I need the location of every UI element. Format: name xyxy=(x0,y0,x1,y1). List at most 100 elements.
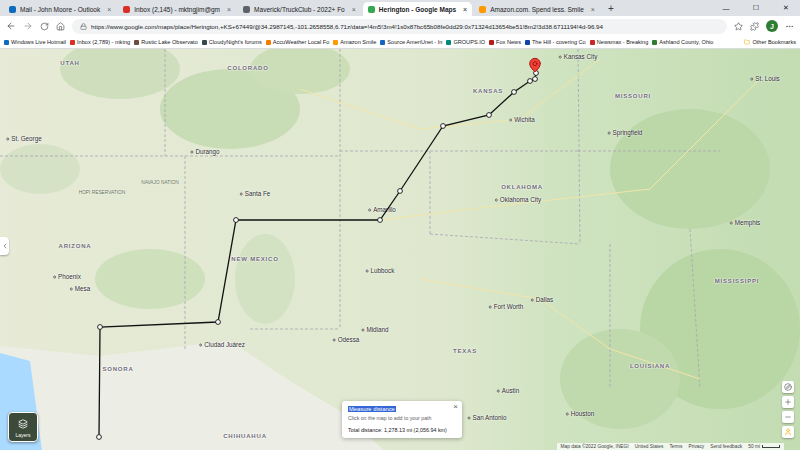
reload-button[interactable] xyxy=(40,22,49,31)
city-label[interactable]: Phoenix xyxy=(53,274,81,281)
footer-link[interactable]: Send feedback xyxy=(710,444,742,449)
city-label[interactable]: Houston xyxy=(566,411,594,418)
city-label[interactable]: San Antonio xyxy=(468,415,507,422)
bookmark-favicon-icon xyxy=(590,40,595,45)
browser-tab[interactable]: Inbox (2,145) - mktngjim@gm× xyxy=(118,2,236,16)
city-label[interactable]: Memphis xyxy=(730,220,761,227)
path-point[interactable] xyxy=(97,435,102,440)
path-point[interactable] xyxy=(98,325,103,330)
window-control-button[interactable]: — xyxy=(712,0,740,16)
path-point[interactable] xyxy=(512,90,517,95)
state-label[interactable]: KANSAS xyxy=(473,88,503,95)
browser-tab[interactable]: Maverick/TruckClub - 2022+ Fo× xyxy=(238,2,361,16)
city-label[interactable]: Ciudad Juárez xyxy=(199,342,245,349)
browser-tab[interactable]: Amazon.com. Spend less. Smile× xyxy=(474,2,600,16)
bookmark[interactable]: Amazon Smile xyxy=(333,39,376,45)
path-point[interactable] xyxy=(441,124,446,129)
tab-close-button[interactable]: × xyxy=(463,6,467,13)
city-label[interactable]: Oklahoma City xyxy=(495,197,541,204)
state-label[interactable]: UTAH xyxy=(60,60,79,67)
state-label[interactable]: NEW MEXICO xyxy=(231,256,278,263)
bookmark[interactable]: Fox News xyxy=(489,39,521,45)
path-point[interactable] xyxy=(398,189,403,194)
favorite-button[interactable] xyxy=(734,22,743,31)
path-point[interactable] xyxy=(378,218,383,223)
state-label[interactable]: LOUISIANA xyxy=(630,363,670,370)
place-pin-icon[interactable] xyxy=(527,57,543,73)
bookmark[interactable]: Ashland County, Ohio xyxy=(652,39,713,45)
bookmark[interactable]: Rustic Lake Observato xyxy=(134,39,198,45)
path-point[interactable] xyxy=(234,218,239,223)
zoom-in-button[interactable] xyxy=(782,396,794,408)
path-point[interactable] xyxy=(487,113,492,118)
bookmark[interactable]: Inbox (2,789) - mktng xyxy=(70,39,130,45)
state-label[interactable]: OKLAHOMA xyxy=(501,184,543,191)
region-label[interactable]: HOPI RESERVATION xyxy=(79,190,126,195)
profile-avatar[interactable]: J xyxy=(766,20,778,32)
side-panel-toggle[interactable] xyxy=(0,237,9,255)
state-label[interactable]: TEXAS xyxy=(453,348,477,355)
map-scale[interactable]: 50 mi xyxy=(748,444,780,449)
layers-button[interactable]: Layers xyxy=(8,412,38,442)
city-label[interactable]: Dallas xyxy=(531,297,554,304)
city-label[interactable]: St. Louis xyxy=(750,76,780,83)
state-label[interactable]: COLORADO xyxy=(227,65,268,72)
region-label[interactable]: NAVAJO NATION xyxy=(141,180,179,185)
footer-link[interactable]: Terms xyxy=(669,444,682,449)
map[interactable]: UTAH COLORADO Kansas City St. Louis KANSAS MI… xyxy=(0,49,800,450)
city-label[interactable]: Fort Worth xyxy=(489,304,524,311)
bookmark[interactable]: Windows Live Hotmail xyxy=(4,39,66,45)
measured-path[interactable] xyxy=(0,49,800,450)
extensions-button[interactable] xyxy=(750,22,759,31)
city-label[interactable]: Springfield xyxy=(608,130,643,137)
pegman-button[interactable] xyxy=(782,426,794,438)
bookmark[interactable]: The Hill - covering Co xyxy=(525,39,586,45)
bookmark[interactable]: AccuWeather Local Fo xyxy=(266,39,329,45)
state-label[interactable]: MISSOURI xyxy=(615,93,651,100)
state-label[interactable]: ARIZONA xyxy=(59,243,92,250)
bookmark[interactable]: Newsmax - Breaking xyxy=(590,39,649,45)
bookmark[interactable]: CloudyNight's forums xyxy=(202,39,262,45)
bookmark[interactable]: GROUPS.IO xyxy=(446,39,485,45)
city-label[interactable]: Santa Fe xyxy=(240,191,271,198)
city-dot-icon xyxy=(361,328,364,331)
city-label[interactable]: Wichita xyxy=(509,117,535,124)
footer-link[interactable]: Map data ©2022 Google, INEGI xyxy=(561,444,629,449)
city-label[interactable]: Midland xyxy=(361,327,388,334)
window-control-button[interactable]: ☐ xyxy=(742,0,770,16)
window-control-button[interactable]: ✕ xyxy=(772,0,800,16)
city-label[interactable]: Lubbock xyxy=(366,268,395,275)
city-label[interactable]: Odessa xyxy=(333,337,360,344)
tab-close-button[interactable]: × xyxy=(352,6,356,13)
state-label[interactable]: SONORA xyxy=(102,366,133,373)
city-label[interactable]: Mesa xyxy=(70,286,90,293)
home-button[interactable] xyxy=(56,22,65,31)
tab-close-button[interactable]: × xyxy=(227,6,231,13)
browser-tab[interactable]: Herington - Google Maps× xyxy=(363,2,472,16)
forward-button[interactable] xyxy=(23,21,33,31)
city-label[interactable]: Austin xyxy=(497,388,520,395)
state-label[interactable]: MISSISSIPPI xyxy=(715,278,759,285)
other-bookmarks[interactable]: Other Bookmarks xyxy=(744,39,796,45)
new-tab-button[interactable]: + xyxy=(602,3,620,14)
address-bar[interactable]: https://www.google.com/maps/place/Hering… xyxy=(72,19,727,34)
browser-tab[interactable]: Mail - John Moore - Outlook× xyxy=(4,2,116,16)
city-label[interactable]: Kansas City xyxy=(559,54,598,61)
path-point[interactable] xyxy=(216,320,221,325)
zoom-out-button[interactable] xyxy=(782,411,794,423)
footer-link[interactable]: Privacy xyxy=(689,444,705,449)
compass-button[interactable] xyxy=(782,381,794,393)
bookmark[interactable]: Source AmeriUnet - In xyxy=(380,39,442,45)
state-label[interactable]: CHIHUAHUA xyxy=(223,433,267,440)
city-label[interactable]: Amarillo xyxy=(368,207,396,214)
footer-link[interactable]: United States xyxy=(635,444,664,449)
tab-close-button[interactable]: × xyxy=(107,6,111,13)
path-point[interactable] xyxy=(528,79,533,84)
tab-close-button[interactable]: × xyxy=(591,6,595,13)
city-label[interactable]: St. George xyxy=(6,136,41,143)
menu-button[interactable] xyxy=(785,22,794,31)
measure-close-button[interactable]: × xyxy=(453,402,458,411)
city-label[interactable]: Durango xyxy=(190,149,219,156)
back-button[interactable] xyxy=(6,21,16,31)
path-point[interactable] xyxy=(533,77,538,82)
